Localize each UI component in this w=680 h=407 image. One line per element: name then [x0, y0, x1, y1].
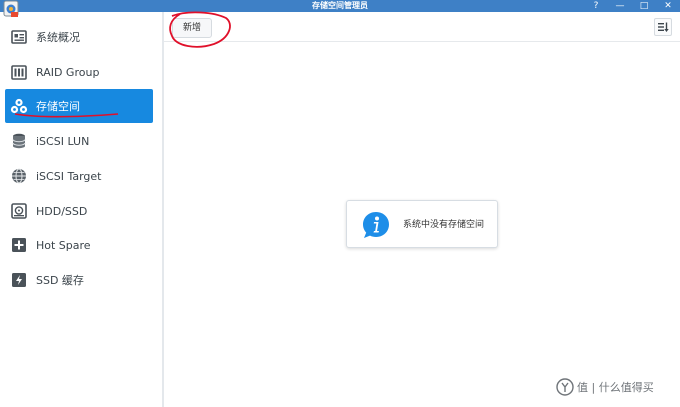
- storage-manager-app-icon: [3, 0, 19, 17]
- overview-icon: [10, 28, 28, 46]
- sidebar-item-label: 系统概况: [36, 31, 80, 44]
- sidebar: 系统概况 RAID Group 存储空间 iSCSI LUN iSCSI Tar…: [0, 12, 162, 407]
- sidebar-item-storage-volume[interactable]: 存储空间: [5, 89, 153, 123]
- sidebar-item-ssd-cache[interactable]: SSD 缓存: [5, 263, 153, 297]
- title-bar: 存储空间管理员 ? — □ ✕: [0, 0, 680, 12]
- sidebar-item-hdd-ssd[interactable]: HDD/SSD: [5, 194, 153, 228]
- sidebar-item-overview[interactable]: 系统概况: [5, 20, 153, 54]
- help-button[interactable]: ?: [590, 0, 602, 12]
- hot-spare-icon: [10, 236, 28, 254]
- hdd-ssd-icon: [10, 202, 28, 220]
- sort-button[interactable]: [654, 18, 672, 36]
- storage-volume-icon: [10, 97, 28, 115]
- sidebar-item-raid-group[interactable]: RAID Group: [5, 55, 153, 89]
- toolbar: 新增: [164, 12, 680, 42]
- empty-state-message-box: 系统中没有存储空间: [346, 200, 498, 248]
- empty-state-text: 系统中没有存储空间: [403, 220, 485, 230]
- ssd-cache-icon: [10, 271, 28, 289]
- new-button[interactable]: 新增: [172, 18, 212, 38]
- window-controls: ? — □ ✕: [590, 0, 674, 12]
- watermark-text: 值 | 什么值得买: [577, 381, 654, 394]
- info-icon: [363, 212, 389, 238]
- iscsi-lun-icon: [10, 132, 28, 150]
- sidebar-item-label: HDD/SSD: [36, 204, 88, 218]
- sidebar-item-label: 存储空间: [36, 100, 80, 113]
- maximize-button[interactable]: □: [638, 0, 650, 12]
- sidebar-item-label: RAID Group: [36, 65, 100, 79]
- sidebar-item-iscsi-target[interactable]: iSCSI Target: [5, 159, 153, 193]
- sidebar-item-label: iSCSI Target: [36, 169, 102, 183]
- sidebar-divider: [162, 12, 164, 407]
- iscsi-target-icon: [10, 167, 28, 185]
- minimize-button[interactable]: —: [614, 0, 626, 12]
- sidebar-item-iscsi-lun[interactable]: iSCSI LUN: [5, 124, 153, 158]
- raid-group-icon: [10, 63, 28, 81]
- sidebar-item-label: iSCSI LUN: [36, 134, 90, 148]
- sidebar-item-label: Hot Spare: [36, 238, 91, 252]
- sidebar-item-hot-spare[interactable]: Hot Spare: [5, 228, 153, 262]
- sidebar-item-label: SSD 缓存: [36, 274, 84, 287]
- close-button[interactable]: ✕: [662, 0, 674, 12]
- window-title: 存储空间管理员: [312, 1, 368, 10]
- sort-icon: [658, 22, 669, 32]
- watermark-logo: [556, 378, 574, 396]
- watermark: 值 | 什么值得买: [556, 376, 654, 398]
